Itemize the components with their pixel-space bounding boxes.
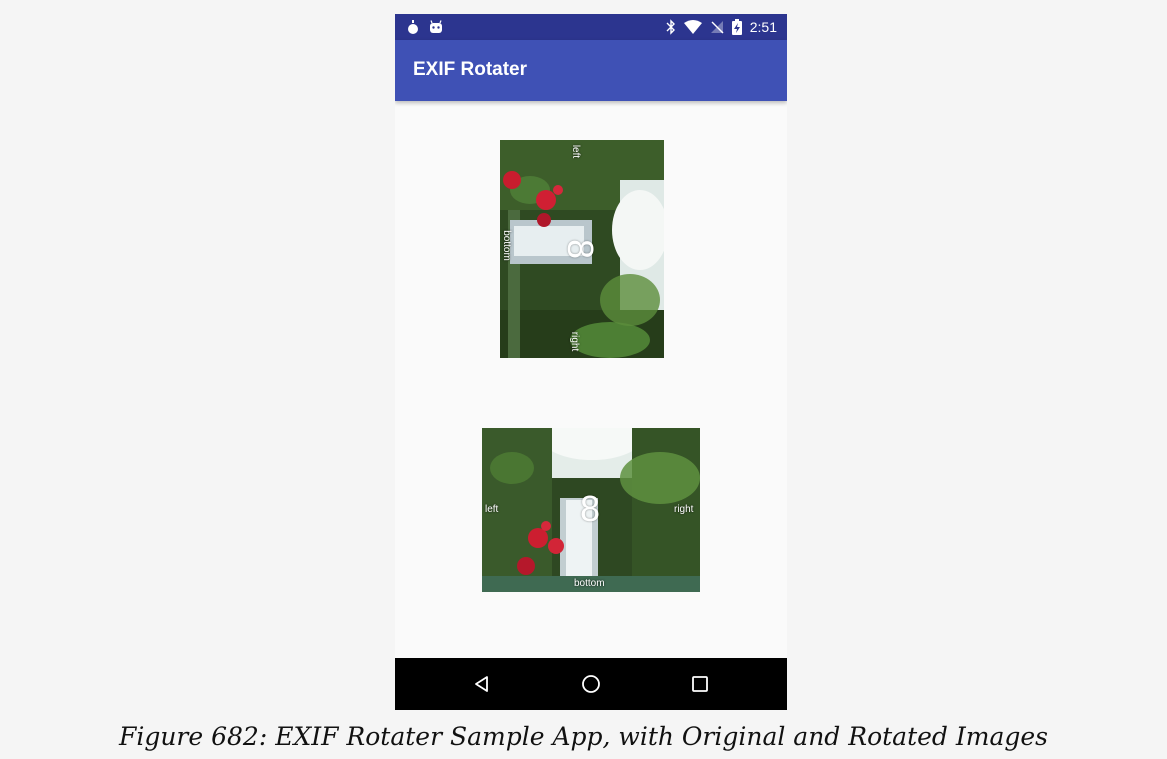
back-icon[interactable] bbox=[468, 670, 496, 698]
recents-icon[interactable] bbox=[686, 670, 714, 698]
navigation-bar bbox=[395, 658, 787, 710]
label-right: right bbox=[674, 504, 694, 515]
home-icon[interactable] bbox=[577, 670, 605, 698]
status-bar: 2:51 bbox=[395, 14, 787, 40]
label-top: left bbox=[570, 144, 582, 159]
notification-drop-icon bbox=[407, 19, 419, 35]
battery-charging-icon bbox=[731, 19, 742, 35]
big-digit: 8 bbox=[580, 488, 601, 529]
label-left: bottom bbox=[500, 230, 512, 261]
original-image: left right bottom 8 bbox=[500, 140, 664, 358]
app-bar: EXIF Rotater bbox=[395, 40, 787, 101]
label-bottom: right bbox=[569, 331, 581, 352]
rotated-image: left right bottom 8 bbox=[482, 428, 700, 592]
label-left: left bbox=[485, 504, 499, 515]
bluetooth-icon bbox=[666, 19, 676, 35]
status-clock: 2:51 bbox=[749, 19, 777, 35]
phone-screen: 2:51 EXIF Rotater left right bottom 8 le… bbox=[395, 14, 787, 710]
label-bottom: bottom bbox=[574, 578, 605, 589]
figure-caption: Figure 682: EXIF Rotater Sample App, wit… bbox=[118, 722, 1048, 751]
big-digit: 8 bbox=[560, 238, 602, 260]
wifi-icon bbox=[683, 20, 702, 34]
app-title: EXIF Rotater bbox=[413, 59, 528, 80]
no-sim-icon bbox=[710, 20, 724, 34]
android-robot-icon bbox=[429, 20, 443, 34]
